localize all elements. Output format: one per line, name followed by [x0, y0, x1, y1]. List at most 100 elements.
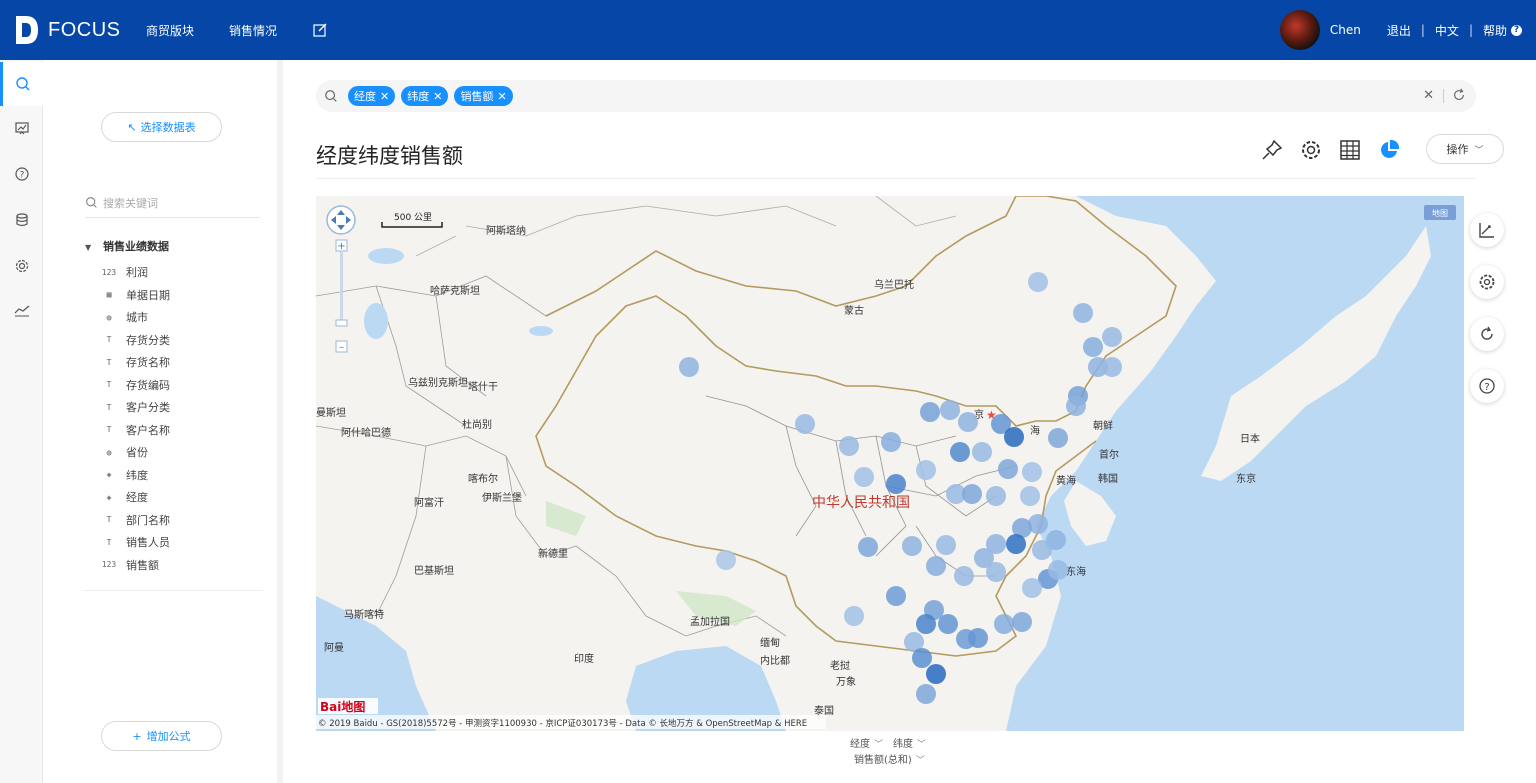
sales-bubble[interactable]: [994, 614, 1014, 634]
sales-bubble[interactable]: [881, 432, 901, 452]
field-item[interactable]: 123 利润: [102, 261, 272, 284]
field-item[interactable]: ◍ 城市: [102, 306, 272, 329]
sales-bubble[interactable]: [958, 412, 978, 432]
search-bar[interactable]: 经度 ✕ 纬度 ✕ 销售额 ✕ ✕: [316, 80, 1476, 112]
table-group[interactable]: ▼ 销售业绩数据: [85, 238, 169, 254]
table-icon[interactable]: [1338, 138, 1362, 162]
refresh-icon[interactable]: [1452, 88, 1466, 102]
language-switch[interactable]: 中文: [1435, 22, 1459, 39]
logout-link[interactable]: 退出: [1387, 22, 1411, 39]
search-tag-sales[interactable]: 销售额 ✕: [454, 86, 513, 106]
rail-data[interactable]: [0, 198, 43, 242]
sales-bubble[interactable]: [1102, 327, 1122, 347]
keyword-search-input[interactable]: 搜索关键词: [85, 188, 260, 218]
edit-icon[interactable]: [312, 22, 328, 38]
pin-icon[interactable]: [1260, 138, 1284, 162]
sales-bubble[interactable]: [1073, 303, 1093, 323]
nav-sales-status[interactable]: 销售情况: [229, 22, 277, 39]
sales-bubble[interactable]: [926, 664, 946, 684]
help-link[interactable]: 帮助: [1483, 22, 1507, 39]
field-item[interactable]: T 存货名称: [102, 351, 272, 374]
field-item[interactable]: 123 销售额: [102, 554, 272, 577]
value-selector[interactable]: 销售额(总和) ﹀: [854, 751, 925, 766]
sales-bubble[interactable]: [916, 684, 936, 704]
sales-bubble[interactable]: [854, 467, 874, 487]
sales-bubble[interactable]: [962, 484, 982, 504]
sales-bubble[interactable]: [886, 474, 906, 494]
rail-help[interactable]: ?: [0, 152, 43, 196]
sales-bubble[interactable]: [1048, 560, 1068, 580]
search-tag-longitude[interactable]: 经度 ✕: [348, 86, 396, 106]
y-axis-selector[interactable]: 纬度 ﹀: [893, 735, 926, 750]
field-item[interactable]: ◈ 经度: [102, 486, 272, 509]
chart-settings-button[interactable]: [1470, 265, 1504, 299]
gear-icon[interactable]: [1299, 138, 1323, 162]
operate-button[interactable]: 操作 ﹀: [1426, 134, 1504, 164]
avatar[interactable]: [1279, 10, 1320, 50]
sales-bubble[interactable]: [1012, 612, 1032, 632]
sales-bubble[interactable]: [844, 606, 864, 626]
field-item[interactable]: T 客户分类: [102, 396, 272, 419]
field-item[interactable]: ▦ 单据日期: [102, 284, 272, 307]
map-nav-control[interactable]: + –: [326, 205, 356, 353]
sales-bubble[interactable]: [1032, 540, 1052, 560]
rail-search[interactable]: [0, 62, 43, 106]
axis-toggle-button[interactable]: [1470, 213, 1504, 247]
clear-icon[interactable]: ✕: [1423, 88, 1434, 103]
field-item[interactable]: T 客户名称: [102, 419, 272, 442]
sales-bubble[interactable]: [1028, 272, 1048, 292]
sales-bubble[interactable]: [916, 614, 936, 634]
sales-bubble[interactable]: [998, 459, 1018, 479]
field-item[interactable]: T 销售人员: [102, 531, 272, 554]
rail-settings[interactable]: [0, 244, 43, 288]
rail-trend[interactable]: [0, 288, 43, 332]
nav-trade-section[interactable]: 商贸版块: [146, 22, 194, 39]
sales-bubble[interactable]: [926, 556, 946, 576]
pie-chart-icon[interactable]: [1377, 138, 1401, 162]
field-item[interactable]: T 存货分类: [102, 329, 272, 352]
map-help-button[interactable]: ?: [1470, 369, 1504, 403]
sales-bubble[interactable]: [1083, 337, 1103, 357]
sales-bubble[interactable]: [986, 562, 1006, 582]
sales-bubble[interactable]: [986, 486, 1006, 506]
sales-bubble[interactable]: [886, 586, 906, 606]
logo[interactable]: FOCUS: [14, 14, 121, 46]
map-canvas[interactable]: 蒙古 乌兰巴托 哈萨克斯坦 阿斯塔纳 乌兹别克斯坦 塔什干 曼斯坦 阿什哈巴德 …: [316, 196, 1464, 731]
sales-bubble[interactable]: [968, 628, 988, 648]
search-tag-latitude[interactable]: 纬度 ✕: [401, 86, 449, 106]
sales-bubble[interactable]: [972, 442, 992, 462]
zoom-slider-handle[interactable]: [335, 319, 348, 327]
field-item[interactable]: T 存货编码: [102, 374, 272, 397]
field-item[interactable]: ◈ 纬度: [102, 464, 272, 487]
sales-bubble[interactable]: [795, 414, 815, 434]
sales-bubble[interactable]: [920, 402, 940, 422]
sales-bubble[interactable]: [950, 442, 970, 462]
field-item[interactable]: ◍ 省份: [102, 441, 272, 464]
sales-bubble[interactable]: [954, 566, 974, 586]
remove-tag-icon[interactable]: ✕: [497, 90, 506, 103]
remove-tag-icon[interactable]: ✕: [433, 90, 442, 103]
select-table-button[interactable]: ↖ 选择数据表: [101, 112, 222, 142]
sales-bubble[interactable]: [916, 460, 936, 480]
sales-bubble[interactable]: [716, 550, 736, 570]
sales-bubble[interactable]: [1066, 396, 1086, 416]
refresh-map-button[interactable]: [1470, 317, 1504, 351]
sales-bubble[interactable]: [1006, 534, 1026, 554]
sales-bubble[interactable]: [940, 400, 960, 420]
sales-bubble[interactable]: [839, 436, 859, 456]
x-axis-selector[interactable]: 经度 ﹀: [850, 735, 883, 750]
sales-bubble[interactable]: [858, 537, 878, 557]
sales-bubble[interactable]: [912, 648, 932, 668]
field-item[interactable]: T 部门名称: [102, 509, 272, 532]
sales-bubble[interactable]: [1004, 427, 1024, 447]
sales-bubble[interactable]: [902, 536, 922, 556]
map-chart[interactable]: 蒙古 乌兰巴托 哈萨克斯坦 阿斯塔纳 乌兹别克斯坦 塔什干 曼斯坦 阿什哈巴德 …: [316, 196, 1464, 731]
user-name[interactable]: Chen: [1330, 23, 1361, 37]
sales-bubble[interactable]: [1020, 486, 1040, 506]
zoom-slider-track[interactable]: [340, 252, 343, 320]
add-formula-button[interactable]: + 增加公式: [101, 721, 222, 751]
sales-bubble[interactable]: [679, 357, 699, 377]
sales-bubble[interactable]: [1048, 428, 1068, 448]
sales-bubble[interactable]: [1022, 578, 1042, 598]
sales-bubble[interactable]: [1022, 462, 1042, 482]
